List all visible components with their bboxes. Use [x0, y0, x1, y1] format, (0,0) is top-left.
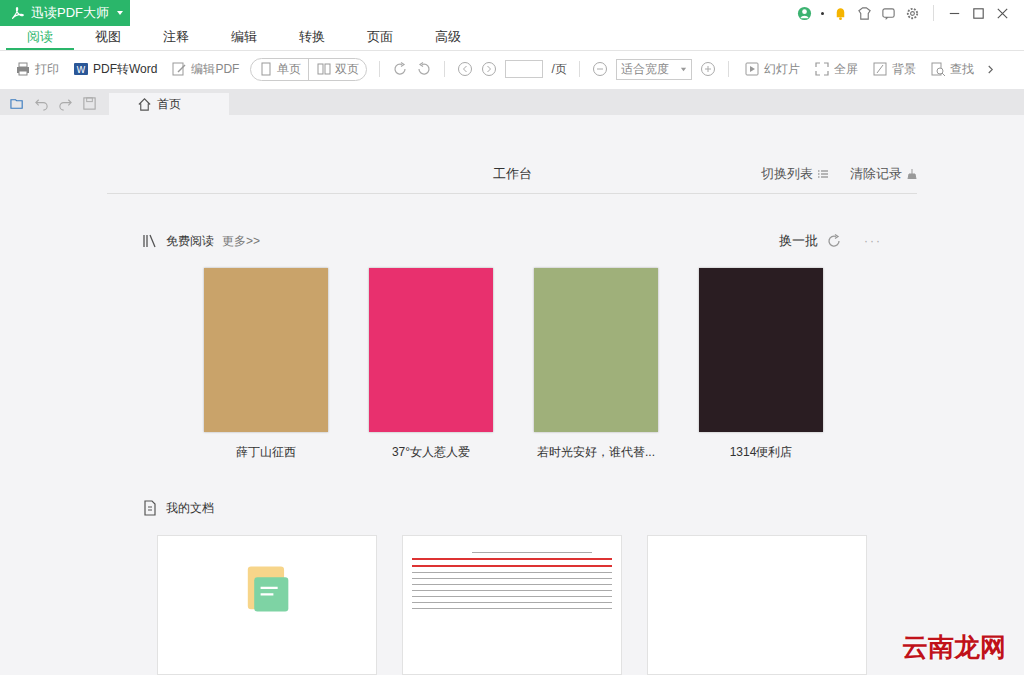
- app-title: 迅读PDF大师: [31, 4, 109, 22]
- options-button[interactable]: ···: [864, 234, 882, 248]
- books-icon: [142, 233, 158, 249]
- gear-icon[interactable]: [905, 6, 920, 21]
- book-cover: [534, 268, 658, 432]
- home-page: 工作台 切换列表 清除记录 免费阅读 更多>> 换一批 ··· 薛丁山征西 37…: [0, 115, 1024, 675]
- clear-records-button[interactable]: 清除记录: [850, 165, 917, 183]
- book-cover: [699, 268, 823, 432]
- tool-icon: [930, 61, 946, 77]
- rotate-right-icon[interactable]: [392, 61, 408, 77]
- menu-tab[interactable]: 页面: [346, 26, 414, 50]
- zoom-out-icon[interactable]: [592, 61, 608, 77]
- page-icon: [316, 61, 332, 77]
- next-page-icon[interactable]: [481, 61, 497, 77]
- dropdown-icon: [680, 66, 687, 73]
- book-title: 1314便利店: [730, 444, 793, 461]
- title-bar: 迅读PDF大师: [0, 0, 1024, 26]
- menu-tab[interactable]: 高级: [414, 26, 482, 50]
- message-icon[interactable]: [881, 6, 896, 21]
- refresh-button[interactable]: 换一批: [779, 232, 818, 250]
- menu-bar: 阅读视图注释编辑转换页面高级: [0, 26, 1024, 51]
- free-reading-header: 免费阅读 更多>> 换一批 ···: [142, 230, 882, 252]
- book-card[interactable]: 薛丁山征西: [204, 268, 328, 461]
- maximize-icon[interactable]: [971, 6, 986, 21]
- toolbar-button[interactable]: 打印: [12, 61, 62, 78]
- redo-icon[interactable]: [58, 96, 73, 111]
- app-window: 迅读PDF大师 阅读视图注释编辑转换页面高级 打印 WPDF转Word 编辑PDF …: [0, 0, 1024, 675]
- watermark: 云南龙网: [902, 630, 1006, 665]
- toolbar-button[interactable]: 查找: [927, 61, 977, 78]
- minimize-icon[interactable]: [947, 6, 962, 21]
- view-mode-button[interactable]: 单页: [251, 59, 309, 80]
- quick-access-bar: 首页: [0, 89, 1024, 115]
- document-card[interactable]: [647, 535, 867, 675]
- document-icon: [142, 500, 158, 516]
- open-folder-icon[interactable]: [10, 96, 25, 111]
- book-title: 若时光安好，谁代替...: [537, 444, 655, 461]
- menu-tab[interactable]: 视图: [74, 26, 142, 50]
- zoom-select[interactable]: 适合宽度: [616, 59, 692, 80]
- book-cover: [369, 268, 493, 432]
- tool-icon: [872, 61, 888, 77]
- document-tab[interactable]: 首页: [109, 93, 229, 115]
- toolbar: 打印 WPDF转Word 编辑PDF 单页双页 /页 适合宽度 幻灯片全屏背景查找: [0, 51, 1024, 87]
- book-card[interactable]: 若时光安好，谁代替...: [534, 268, 658, 461]
- switch-list-button[interactable]: 切换列表: [761, 165, 828, 183]
- document-card[interactable]: [157, 535, 377, 675]
- page-input[interactable]: [505, 60, 543, 78]
- view-mode-button[interactable]: 双页: [309, 59, 366, 80]
- tool-icon: [744, 61, 760, 77]
- broom-icon: [907, 169, 917, 179]
- list-icon: [818, 169, 828, 179]
- menu-tab[interactable]: 转换: [278, 26, 346, 50]
- dropdown-icon[interactable]: [116, 9, 124, 17]
- toolbar-icon: W: [73, 61, 89, 77]
- toolbar-button[interactable]: WPDF转Word: [70, 61, 160, 78]
- page-icon: [258, 61, 274, 77]
- previous-page-icon[interactable]: [457, 61, 473, 77]
- zoom-in-icon[interactable]: [700, 61, 716, 77]
- book-title: 37°女人惹人爱: [392, 444, 470, 461]
- undo-icon[interactable]: [34, 96, 49, 111]
- section-title: 免费阅读: [166, 233, 214, 250]
- toolbar-button[interactable]: 幻灯片: [741, 61, 803, 78]
- toolbar-icon: [15, 61, 31, 77]
- user-icon[interactable]: [797, 6, 812, 21]
- menu-tab[interactable]: 编辑: [210, 26, 278, 50]
- save-icon[interactable]: [82, 96, 97, 111]
- book-cover: [204, 268, 328, 432]
- workbench-title: 工作台: [493, 165, 532, 183]
- workbench-header: 工作台 切换列表 清除记录: [107, 155, 917, 194]
- toolbar-button[interactable]: 编辑PDF: [168, 61, 242, 78]
- page-suffix: /页: [551, 61, 566, 78]
- refresh-icon[interactable]: [826, 233, 842, 249]
- status-dot: [821, 12, 824, 15]
- toolbar-button[interactable]: 背景: [869, 61, 919, 78]
- book-title: 薛丁山征西: [236, 444, 296, 461]
- my-documents-header: 我的文档: [142, 497, 882, 519]
- skin-icon[interactable]: [857, 6, 872, 21]
- app-brand[interactable]: 迅读PDF大师: [0, 0, 130, 26]
- section-title: 我的文档: [166, 500, 214, 517]
- pdf-logo-icon: [10, 6, 25, 21]
- home-icon: [137, 97, 152, 112]
- view-mode-group: 单页双页: [250, 58, 367, 81]
- more-link[interactable]: 更多>>: [222, 233, 260, 250]
- menu-tab[interactable]: 注释: [142, 26, 210, 50]
- bell-icon[interactable]: [833, 6, 848, 21]
- toolbar-icon: [171, 61, 187, 77]
- rotate-left-icon[interactable]: [416, 61, 432, 77]
- more-tools-icon[interactable]: [987, 64, 994, 75]
- toolbar-button[interactable]: 全屏: [811, 61, 861, 78]
- close-icon[interactable]: [995, 6, 1010, 21]
- book-card[interactable]: 37°女人惹人爱: [369, 268, 493, 461]
- book-card[interactable]: 1314便利店: [699, 268, 823, 461]
- svg-text:W: W: [77, 65, 86, 75]
- document-card[interactable]: [402, 535, 622, 675]
- menu-tab[interactable]: 阅读: [6, 26, 74, 50]
- empty-document-icon: [235, 562, 299, 616]
- document-thumbnail: [412, 536, 612, 674]
- tool-icon: [814, 61, 830, 77]
